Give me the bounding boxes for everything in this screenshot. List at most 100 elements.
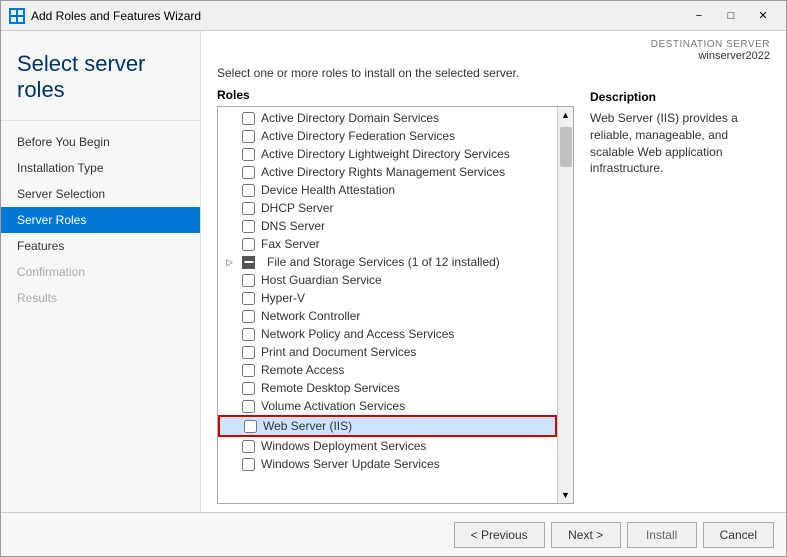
role-name: Web Server (IIS) (263, 419, 352, 433)
role-checkbox[interactable] (242, 184, 255, 197)
roles-list-wrapper: Active Directory Domain Services Active … (218, 107, 573, 503)
roles-list[interactable]: Active Directory Domain Services Active … (218, 107, 557, 503)
expand-icon: ▷ (226, 257, 240, 268)
destination-name: winserver2022 (217, 50, 770, 62)
role-checkbox[interactable] (242, 130, 255, 143)
role-name: Active Directory Lightweight Directory S… (261, 147, 510, 161)
sidebar-item-server-roles[interactable]: Server Roles (1, 207, 200, 233)
footer: < Previous Next > Install Cancel (1, 512, 786, 556)
list-item[interactable]: DNS Server (218, 217, 557, 235)
window-title: Add Roles and Features Wizard (31, 9, 684, 23)
list-item[interactable]: Windows Server Update Services (218, 455, 557, 473)
scroll-down-button[interactable]: ▼ (558, 487, 574, 503)
sidebar: Select server roles Before You Begin Ins… (1, 31, 201, 512)
role-checkbox[interactable] (242, 166, 255, 179)
role-name: Windows Deployment Services (261, 439, 426, 453)
role-name: Device Health Attestation (261, 183, 395, 197)
list-item[interactable]: Active Directory Domain Services (218, 109, 557, 127)
cancel-button[interactable]: Cancel (703, 522, 774, 548)
list-item[interactable]: Network Policy and Access Services (218, 325, 557, 343)
sidebar-item-confirmation: Confirmation (1, 259, 200, 285)
role-checkbox[interactable] (242, 440, 255, 453)
role-name: Fax Server (261, 237, 320, 251)
list-item[interactable]: Device Health Attestation (218, 181, 557, 199)
main-content: DESTINATION SERVER winserver2022 Select … (201, 31, 786, 512)
scroll-thumb[interactable] (560, 127, 572, 167)
title-bar: Add Roles and Features Wizard − □ ✕ (1, 1, 786, 31)
list-item-web-server[interactable]: Web Server (IIS) (218, 415, 557, 437)
sidebar-item-features[interactable]: Features (1, 233, 200, 259)
list-item[interactable]: Active Directory Rights Management Servi… (218, 163, 557, 181)
close-button[interactable]: ✕ (748, 6, 778, 26)
role-checkbox[interactable] (244, 420, 257, 433)
role-name: File and Storage Services (1 of 12 insta… (267, 255, 500, 269)
list-item[interactable]: Volume Activation Services (218, 397, 557, 415)
role-checkbox[interactable] (242, 256, 255, 269)
role-checkbox[interactable] (242, 112, 255, 125)
sidebar-item-installation-type[interactable]: Installation Type (1, 155, 200, 181)
description-panel: Description Web Server (IIS) provides a … (590, 66, 770, 504)
maximize-button[interactable]: □ (716, 6, 746, 26)
role-checkbox[interactable] (242, 400, 255, 413)
list-item[interactable]: Host Guardian Service (218, 271, 557, 289)
role-name: Print and Document Services (261, 345, 416, 359)
description-label: Description (590, 90, 770, 104)
role-checkbox[interactable] (242, 202, 255, 215)
window: Add Roles and Features Wizard − □ ✕ Sele… (0, 0, 787, 557)
roles-panel: Select one or more roles to install on t… (217, 66, 574, 504)
role-name: Remote Access (261, 363, 344, 377)
window-controls: − □ ✕ (684, 6, 778, 26)
app-icon (9, 8, 25, 24)
sidebar-item-results: Results (1, 285, 200, 311)
previous-button[interactable]: < Previous (454, 522, 545, 548)
sidebar-item-server-selection[interactable]: Server Selection (1, 181, 200, 207)
sidebar-item-before-you-begin[interactable]: Before You Begin (1, 129, 200, 155)
list-item[interactable]: Windows Deployment Services (218, 437, 557, 455)
destination-server: DESTINATION SERVER winserver2022 (201, 31, 786, 66)
minimize-button[interactable]: − (684, 6, 714, 26)
role-name: Hyper-V (261, 291, 305, 305)
role-name: Network Controller (261, 309, 360, 323)
role-checkbox[interactable] (242, 310, 255, 323)
description-text: Web Server (IIS) provides a reliable, ma… (590, 110, 770, 177)
role-name: Active Directory Rights Management Servi… (261, 165, 505, 179)
role-checkbox[interactable] (242, 220, 255, 233)
list-item[interactable]: Print and Document Services (218, 343, 557, 361)
role-checkbox[interactable] (242, 346, 255, 359)
role-checkbox[interactable] (242, 274, 255, 287)
roles-label: Roles (217, 88, 574, 102)
list-item[interactable]: Remote Desktop Services (218, 379, 557, 397)
role-checkbox[interactable] (242, 148, 255, 161)
list-item[interactable]: Fax Server (218, 235, 557, 253)
nav-list: Before You Begin Installation Type Serve… (1, 121, 200, 319)
role-checkbox[interactable] (242, 292, 255, 305)
role-name: Windows Server Update Services (261, 457, 440, 471)
install-button[interactable]: Install (627, 522, 697, 548)
role-checkbox[interactable] (242, 364, 255, 377)
list-item[interactable]: Active Directory Federation Services (218, 127, 557, 145)
scroll-up-button[interactable]: ▲ (558, 107, 574, 123)
role-name: Remote Desktop Services (261, 381, 400, 395)
role-checkbox[interactable] (242, 328, 255, 341)
role-name: DNS Server (261, 219, 325, 233)
list-item[interactable]: Active Directory Lightweight Directory S… (218, 145, 557, 163)
list-item[interactable]: ▷ File and Storage Services (1 of 12 ins… (218, 253, 557, 271)
list-item[interactable]: Hyper-V (218, 289, 557, 307)
role-checkbox[interactable] (242, 382, 255, 395)
destination-label: DESTINATION SERVER (217, 39, 770, 50)
instruction-text: Select one or more roles to install on t… (217, 66, 574, 80)
roles-list-container: Active Directory Domain Services Active … (217, 106, 574, 504)
role-name: DHCP Server (261, 201, 333, 215)
next-button[interactable]: Next > (551, 522, 621, 548)
role-name: Network Policy and Access Services (261, 327, 454, 341)
list-item[interactable]: DHCP Server (218, 199, 557, 217)
list-item[interactable]: Network Controller (218, 307, 557, 325)
role-checkbox[interactable] (242, 458, 255, 471)
role-checkbox[interactable] (242, 238, 255, 251)
list-item[interactable]: Remote Access (218, 361, 557, 379)
role-name: Volume Activation Services (261, 399, 405, 413)
main-inner: Select one or more roles to install on t… (201, 66, 786, 512)
scrollbar[interactable]: ▲ ▼ (557, 107, 573, 503)
page-title: Select server roles (1, 31, 200, 121)
content-area: Select server roles Before You Begin Ins… (1, 31, 786, 512)
